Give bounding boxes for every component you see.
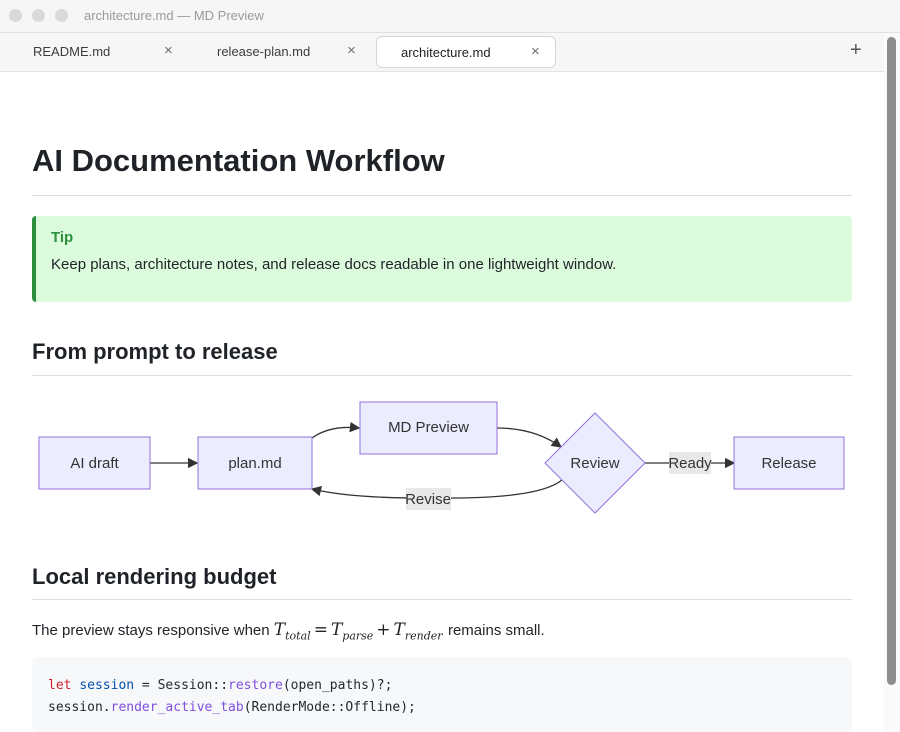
edge-label-revise: Revise: [405, 491, 451, 508]
tab-label: release-plan.md: [217, 44, 311, 59]
node-label: AI draft: [70, 455, 119, 472]
budget-paragraph: The preview stays responsive when Ttotal…: [32, 620, 545, 642]
tip-title: Tip: [51, 229, 74, 246]
node-label: plan.md: [228, 455, 281, 472]
title-bar: architecture.md — MD Preview: [0, 0, 900, 33]
paragraph-text: The preview stays responsive when: [32, 622, 270, 639]
math-formula: Ttotal = Tparse + Trender: [273, 620, 443, 643]
paragraph-text: remains small.: [447, 622, 545, 639]
edge-preview-to-review: [496, 427, 563, 448]
close-icon[interactable]: ×: [531, 43, 540, 60]
node-label: MD Preview: [388, 419, 469, 436]
zoom-window-button[interactable]: [55, 9, 68, 22]
tip-text: Keep plans, architecture notes, and rele…: [51, 256, 617, 273]
tab-release-plan[interactable]: release-plan.md ×: [190, 36, 375, 66]
minimize-window-button[interactable]: [32, 9, 45, 22]
window-title: architecture.md — MD Preview: [84, 8, 264, 23]
new-tab-icon[interactable]: +: [850, 40, 862, 60]
close-icon[interactable]: ×: [164, 42, 173, 59]
code-line: let session = Session::restore(open_path…: [48, 678, 393, 693]
code-line: session.render_active_tab(RenderMode::Of…: [48, 700, 416, 715]
tab-bar: README.md × release-plan.md × architectu…: [0, 33, 900, 72]
page-title: AI Documentation Workflow: [32, 143, 445, 178]
scrollbar-thumb[interactable]: [887, 37, 896, 685]
divider: [32, 599, 852, 600]
tab-label: architecture.md: [401, 45, 491, 60]
close-icon[interactable]: ×: [347, 42, 356, 59]
close-window-button[interactable]: [9, 9, 22, 22]
tab-label: README.md: [33, 44, 111, 59]
code-block: let session = Session::restore(open_path…: [32, 657, 852, 732]
divider: [32, 195, 852, 196]
tip-callout: Tip Keep plans, architecture notes, and …: [32, 216, 852, 302]
section-heading-prompt-to-release: From prompt to release: [32, 339, 278, 364]
edge-label-ready: Ready: [668, 455, 712, 472]
workflow-diagram: Ready Revise AI draft plan.md MD Preview…: [38, 401, 845, 514]
edge-plan-to-preview: [311, 421, 361, 439]
node-label: Review: [570, 455, 619, 472]
divider: [32, 375, 852, 376]
section-heading-rendering-budget: Local rendering budget: [32, 564, 277, 589]
node-label: Release: [761, 455, 816, 472]
tab-architecture[interactable]: architecture.md ×: [376, 36, 556, 68]
tab-readme[interactable]: README.md ×: [0, 36, 190, 66]
